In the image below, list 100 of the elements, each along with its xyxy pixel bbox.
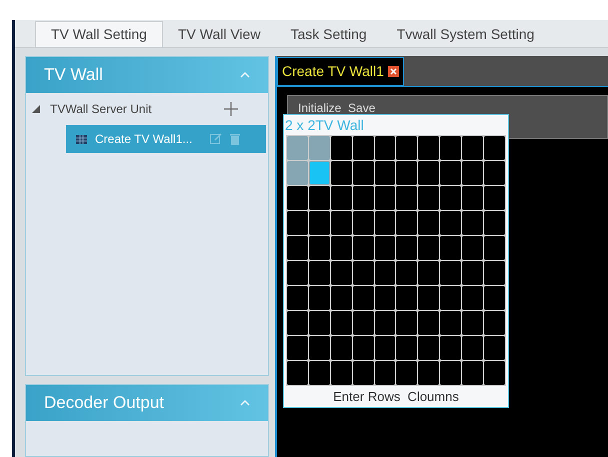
grid-cell[interactable] [352,336,374,360]
grid-cell[interactable] [396,136,418,160]
grid-cell[interactable] [330,136,352,160]
grid-cell[interactable] [308,261,330,285]
grid-cell[interactable] [374,261,396,285]
grid-cell[interactable] [308,186,330,210]
grid-cell[interactable] [352,136,374,160]
grid-cell[interactable] [440,261,462,285]
grid-cell[interactable] [484,136,505,160]
grid-cell[interactable] [352,211,374,235]
grid-cell[interactable] [418,286,440,310]
grid-cell[interactable] [396,361,418,385]
grid-cell[interactable] [462,286,484,310]
grid-cell[interactable] [484,186,505,210]
grid-cell[interactable] [396,236,418,260]
grid-cell[interactable] [374,336,396,360]
grid-cell[interactable] [396,311,418,335]
grid-cell[interactable] [418,311,440,335]
grid-cell[interactable] [374,311,396,335]
grid-cell[interactable] [440,236,462,260]
grid-cell[interactable] [484,211,505,235]
grid-cell[interactable] [287,261,308,285]
grid-cell[interactable] [484,286,505,310]
grid-cell[interactable] [462,136,484,160]
grid-cell[interactable] [330,161,352,185]
grid-cell[interactable] [484,361,505,385]
grid-cell[interactable] [287,286,308,310]
grid-cell[interactable] [462,186,484,210]
grid-cell[interactable] [374,161,396,185]
grid-cell[interactable] [462,161,484,185]
grid-cell[interactable] [308,361,330,385]
grid-cell[interactable] [484,336,505,360]
grid-cell[interactable] [330,311,352,335]
grid-cell[interactable] [484,261,505,285]
grid-cell[interactable] [374,136,396,160]
grid-cell[interactable] [287,361,308,385]
grid-cell[interactable] [287,136,308,160]
grid-cell[interactable] [418,161,440,185]
grid-cell[interactable] [462,236,484,260]
grid-cell[interactable] [287,311,308,335]
grid-cell[interactable] [374,236,396,260]
grid-cell[interactable] [440,161,462,185]
grid-cell[interactable] [374,361,396,385]
grid-cell[interactable] [352,311,374,335]
grid-cell[interactable] [352,236,374,260]
grid-cell[interactable] [418,261,440,285]
grid-cell[interactable] [308,311,330,335]
grid-cell[interactable] [462,311,484,335]
grid-cell[interactable] [484,311,505,335]
tab[interactable]: Tvwall System Setting [382,21,550,47]
grid-cell[interactable] [484,236,505,260]
grid-cell[interactable] [418,361,440,385]
tab[interactable]: Task Setting [275,21,382,47]
grid-cell[interactable] [396,211,418,235]
grid-cell[interactable] [352,186,374,210]
grid-cell[interactable] [440,311,462,335]
grid-cell[interactable] [374,186,396,210]
grid-cell[interactable] [352,261,374,285]
toolbar-label[interactable]: Initialize Save [298,101,376,115]
grid-cell[interactable] [396,161,418,185]
grid-cell[interactable] [287,336,308,360]
grid-cell[interactable] [287,211,308,235]
grid-cell[interactable] [352,361,374,385]
grid-cell[interactable] [440,336,462,360]
expand-triangle-icon[interactable] [32,105,40,113]
grid-cell[interactable] [330,236,352,260]
grid-cell[interactable] [462,336,484,360]
grid-cell[interactable] [330,261,352,285]
grid-cell[interactable] [374,211,396,235]
grid-cell[interactable] [462,361,484,385]
grid-cell[interactable] [374,286,396,310]
editor-tab[interactable]: Create TV Wall1 [277,57,404,86]
grid-cell[interactable] [440,361,462,385]
grid-cell[interactable] [308,136,330,160]
grid-cell[interactable] [462,211,484,235]
grid-cell[interactable] [330,361,352,385]
grid-cell[interactable] [418,186,440,210]
grid-cell[interactable] [308,336,330,360]
grid-cell[interactable] [418,336,440,360]
tab[interactable]: TV Wall Setting [35,21,163,47]
grid-cell[interactable] [287,236,308,260]
grid-cell[interactable] [418,236,440,260]
grid-cell[interactable] [308,286,330,310]
add-icon[interactable] [224,102,238,116]
close-icon[interactable] [388,66,399,77]
tree-item[interactable]: TVWall Server Unit [50,100,224,118]
grid-cell[interactable] [396,186,418,210]
grid-cell[interactable] [330,211,352,235]
grid-cell[interactable] [440,186,462,210]
grid-cell[interactable] [287,161,308,185]
grid-cell[interactable] [418,211,440,235]
grid-cell[interactable] [396,336,418,360]
grid-cell[interactable] [308,161,330,185]
grid-cell[interactable] [396,286,418,310]
tab[interactable]: TV Wall View [162,21,276,47]
grid-cell[interactable] [352,286,374,310]
grid-cell[interactable] [440,211,462,235]
grid-cell[interactable] [330,336,352,360]
grid-cell[interactable] [440,286,462,310]
grid-cell[interactable] [287,186,308,210]
